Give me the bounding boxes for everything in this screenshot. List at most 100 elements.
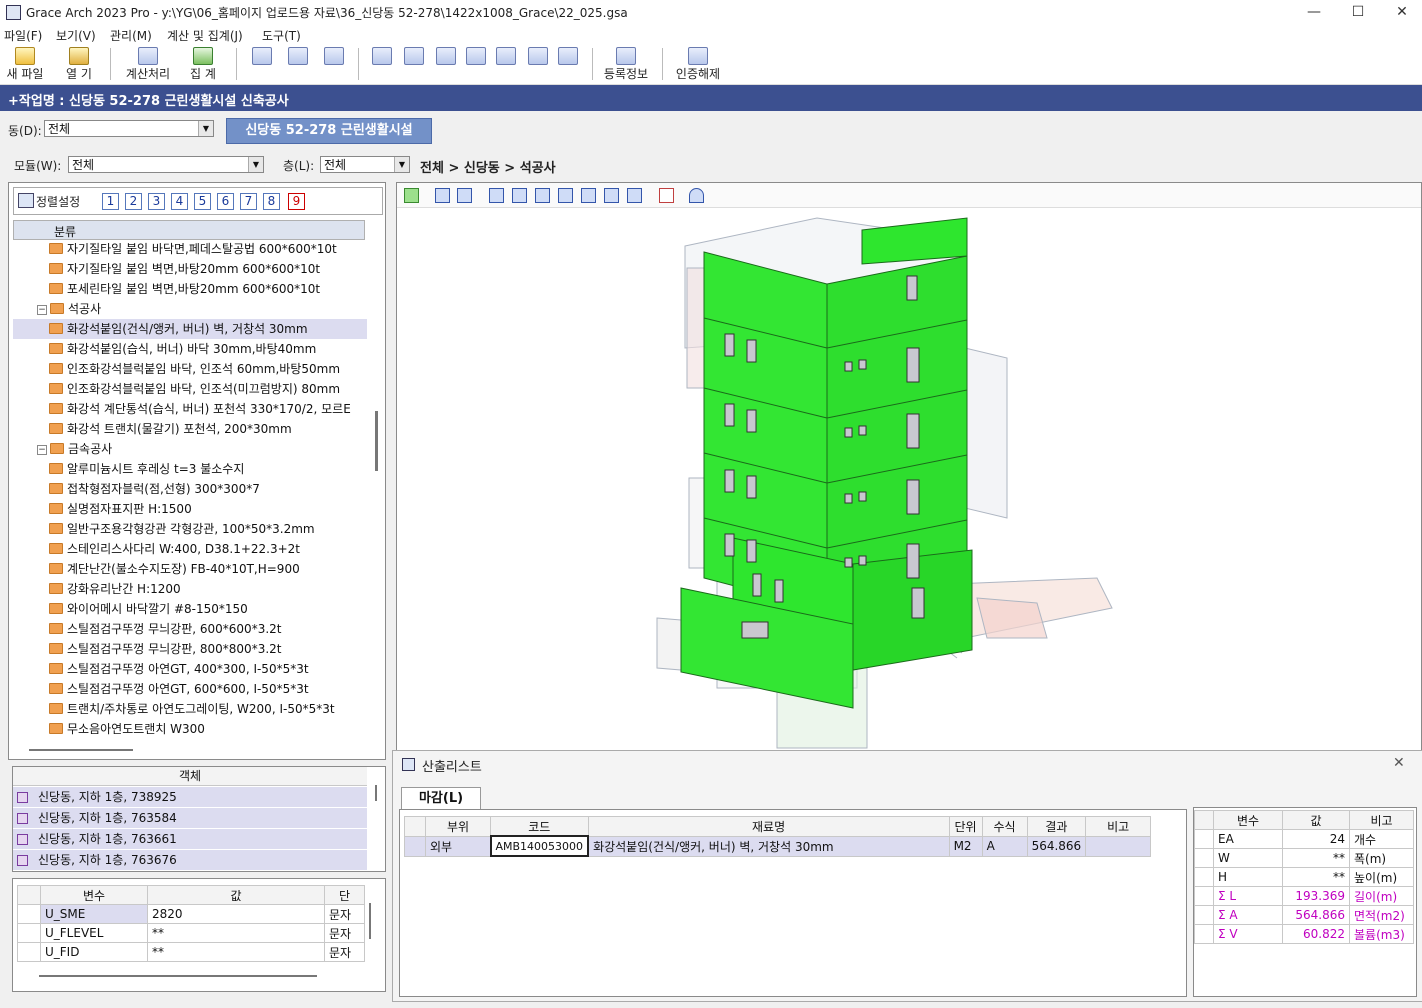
result-cell-result[interactable]: 564.866 — [1026, 835, 1087, 857]
model-view-icon[interactable] — [404, 188, 419, 203]
object-row[interactable]: 신당동, 지하 1층, 763676 — [13, 850, 367, 871]
tree-scrollbar[interactable] — [375, 411, 378, 471]
orbit-icon[interactable] — [435, 188, 450, 203]
calculate-button[interactable]: 계산처리 — [122, 47, 174, 83]
view-tool-6-button[interactable] — [526, 47, 550, 83]
menu-file[interactable]: 파일(F) — [4, 27, 42, 44]
tree-item[interactable]: 스틸점검구뚜껑 무늬강판, 800*800*3.2t — [13, 639, 367, 659]
open-button[interactable]: 열 기 — [60, 47, 98, 83]
sort-level-9[interactable]: 9 — [288, 193, 305, 210]
tree-item[interactable]: 트랜치/주차통로 아연도그레이팅, W200, I-50*5*3t — [13, 699, 367, 719]
tree-group[interactable]: − 석공사 — [13, 299, 367, 319]
menu-view[interactable]: 보기(V) — [56, 27, 96, 44]
tree-item[interactable]: 화강석 계단통석(습식, 버너) 포천석 330*170/2, 모르E — [13, 399, 367, 419]
collapse-icon[interactable]: − — [37, 304, 47, 315]
result-window-close-button[interactable]: ✕ — [1393, 755, 1405, 771]
list-icon[interactable] — [659, 188, 674, 203]
summary-row[interactable]: H ** 높이(m) — [1194, 867, 1414, 887]
variable-value[interactable]: 2820 — [147, 904, 325, 924]
register-info-button[interactable]: 등록정보 — [600, 47, 652, 83]
sort-level-7[interactable]: 7 — [240, 193, 257, 210]
tree-item[interactable]: 화강석 트랜치(물갈기) 포천석, 200*30mm — [13, 419, 367, 439]
view-tool-4-button[interactable] — [464, 47, 488, 83]
tree-item[interactable]: 화강석붙임(건식/앵커, 버너) 벽, 거창석 30mm — [13, 319, 367, 339]
view-back-icon[interactable] — [512, 188, 527, 203]
tree-hscrollbar[interactable] — [29, 749, 133, 751]
result-cell-unit[interactable]: M2 — [948, 835, 983, 857]
tree-item[interactable]: 인조화강석블럭붙임 바닥, 인조석 60mm,바탕50mm — [13, 359, 367, 379]
view-tool-1-button[interactable] — [370, 47, 394, 83]
result-row[interactable]: 외부 AMB140053000 화강석붙임(건식/앵커, 버너) 벽, 거창석 30… — [404, 835, 1152, 857]
sort-level-5[interactable]: 5 — [194, 193, 211, 210]
view-bottom-icon[interactable] — [604, 188, 619, 203]
object-row[interactable]: 신당동, 지하 1층, 738925 — [13, 787, 367, 808]
view-tool-2-button[interactable] — [402, 47, 426, 83]
tree-item[interactable]: 접착형점자블럭(점,선형) 300*300*7 — [13, 479, 367, 499]
tree-item[interactable]: 와이어메시 바닥깔기 #8-150*150 — [13, 599, 367, 619]
tree-item[interactable]: 계단난간(불소수지도장) FB-40*10T,H=900 — [13, 559, 367, 579]
sort-level-3[interactable]: 3 — [148, 193, 165, 210]
variable-scrollbar[interactable] — [369, 903, 371, 939]
object-row[interactable]: 신당동, 지하 1층, 763661 — [13, 829, 367, 850]
view-left-icon[interactable] — [535, 188, 550, 203]
tree-item[interactable]: 실명점자표지판 H:1500 — [13, 499, 367, 519]
result-cell-code[interactable]: AMB140053000 — [489, 835, 590, 857]
maximize-button[interactable]: ☐ — [1344, 2, 1372, 22]
tree-item[interactable]: 스틸점검구뚜껑 무늬강판, 600*600*3.2t — [13, 619, 367, 639]
object-scrollbar[interactable] — [375, 785, 377, 801]
menu-tools[interactable]: 도구(T) — [262, 27, 301, 44]
tree-item[interactable]: 스테인리스사다리 W:400, D38.1+22.3+2t — [13, 539, 367, 559]
sort-settings-button[interactable]: 정렬설정 — [36, 193, 80, 210]
variable-value[interactable]: ** — [147, 923, 325, 943]
variable-row[interactable]: U_SME 2820 문자 — [17, 904, 365, 924]
view-front-icon[interactable] — [489, 188, 504, 203]
collapse-icon[interactable]: − — [37, 444, 47, 455]
summary-row[interactable]: Σ A 564.866 면적(m2) — [1194, 905, 1414, 925]
sort-level-4[interactable]: 4 — [171, 193, 188, 210]
result-cell-formula[interactable]: A — [981, 835, 1028, 857]
tree-item[interactable]: 알루미늄시트 후레싱 t=3 불소수지 — [13, 459, 367, 479]
close-button[interactable]: ✕ — [1388, 2, 1416, 22]
result-cell-material[interactable]: 화강석붙임(건식/앵커, 버너) 벽, 거창석 30mm — [587, 835, 950, 857]
cloud-icon[interactable] — [689, 188, 704, 203]
variable-hscrollbar[interactable] — [39, 975, 317, 977]
summary-row[interactable]: EA 24 개수 — [1194, 829, 1414, 849]
sort-level-2[interactable]: 2 — [125, 193, 142, 210]
tree-item[interactable]: 강화유리난간 H:1200 — [13, 579, 367, 599]
aggregate-button[interactable]: 집 계 — [184, 47, 222, 83]
result-cell-note[interactable] — [1085, 835, 1152, 857]
tab-finish[interactable]: 마감(L) — [401, 787, 481, 810]
variable-value[interactable]: ** — [147, 942, 325, 962]
menu-calc[interactable]: 계산 및 집계(J) — [167, 27, 243, 44]
new-file-button[interactable]: 새 파일 — [4, 47, 46, 83]
view-right-icon[interactable] — [558, 188, 573, 203]
layer-icon[interactable] — [457, 188, 472, 203]
floor-combo[interactable]: 전체 ▼ — [320, 156, 410, 173]
building-combo[interactable]: 전체 ▼ — [44, 120, 214, 137]
view-tool-3-button[interactable] — [434, 47, 458, 83]
sort-level-8[interactable]: 8 — [263, 193, 280, 210]
tree-group[interactable]: − 금속공사 — [13, 439, 367, 459]
minimize-button[interactable]: — — [1300, 2, 1328, 22]
tree-item[interactable]: 무소음아연도트랜치 W300 — [13, 719, 367, 739]
menu-manage[interactable]: 관리(M) — [110, 27, 152, 44]
module-combo[interactable]: 전체 ▼ — [68, 156, 264, 173]
tree-item[interactable]: 화강석붙임(습식, 버너) 바닥 30mm,바탕40mm — [13, 339, 367, 359]
sort-level-6[interactable]: 6 — [217, 193, 234, 210]
variable-row[interactable]: U_FID ** 문자 — [17, 942, 365, 962]
summary-row[interactable]: W ** 폭(m) — [1194, 848, 1414, 868]
tree-item[interactable]: 자기질타일 붙임 벽면,바탕20mm 600*600*10t — [13, 259, 367, 279]
variable-row[interactable]: U_FLEVEL ** 문자 — [17, 923, 365, 943]
release-auth-button[interactable]: 인증해제 — [672, 47, 724, 83]
model-3d-viewport[interactable] — [396, 182, 1422, 752]
view-tool-7-button[interactable] — [556, 47, 580, 83]
summary-row[interactable]: Σ L 193.369 길이(m) — [1194, 886, 1414, 906]
zoom-tool-button[interactable] — [286, 47, 310, 83]
search-tool-button[interactable] — [250, 47, 274, 83]
building-tab[interactable]: 신당동 52-278 근린생활시설 — [226, 118, 432, 144]
object-row[interactable]: 신당동, 지하 1층, 763584 — [13, 808, 367, 829]
tree-item[interactable]: 포세린타일 붙임 벽면,바탕20mm 600*600*10t — [13, 279, 367, 299]
view-top-icon[interactable] — [581, 188, 596, 203]
tree-item[interactable]: 스틸점검구뚜껑 아연GT, 600*600, I-50*5*3t — [13, 679, 367, 699]
tree-item[interactable]: 자기질타일 붙임 바닥면,페데스탈공법 600*600*10t — [13, 239, 367, 259]
